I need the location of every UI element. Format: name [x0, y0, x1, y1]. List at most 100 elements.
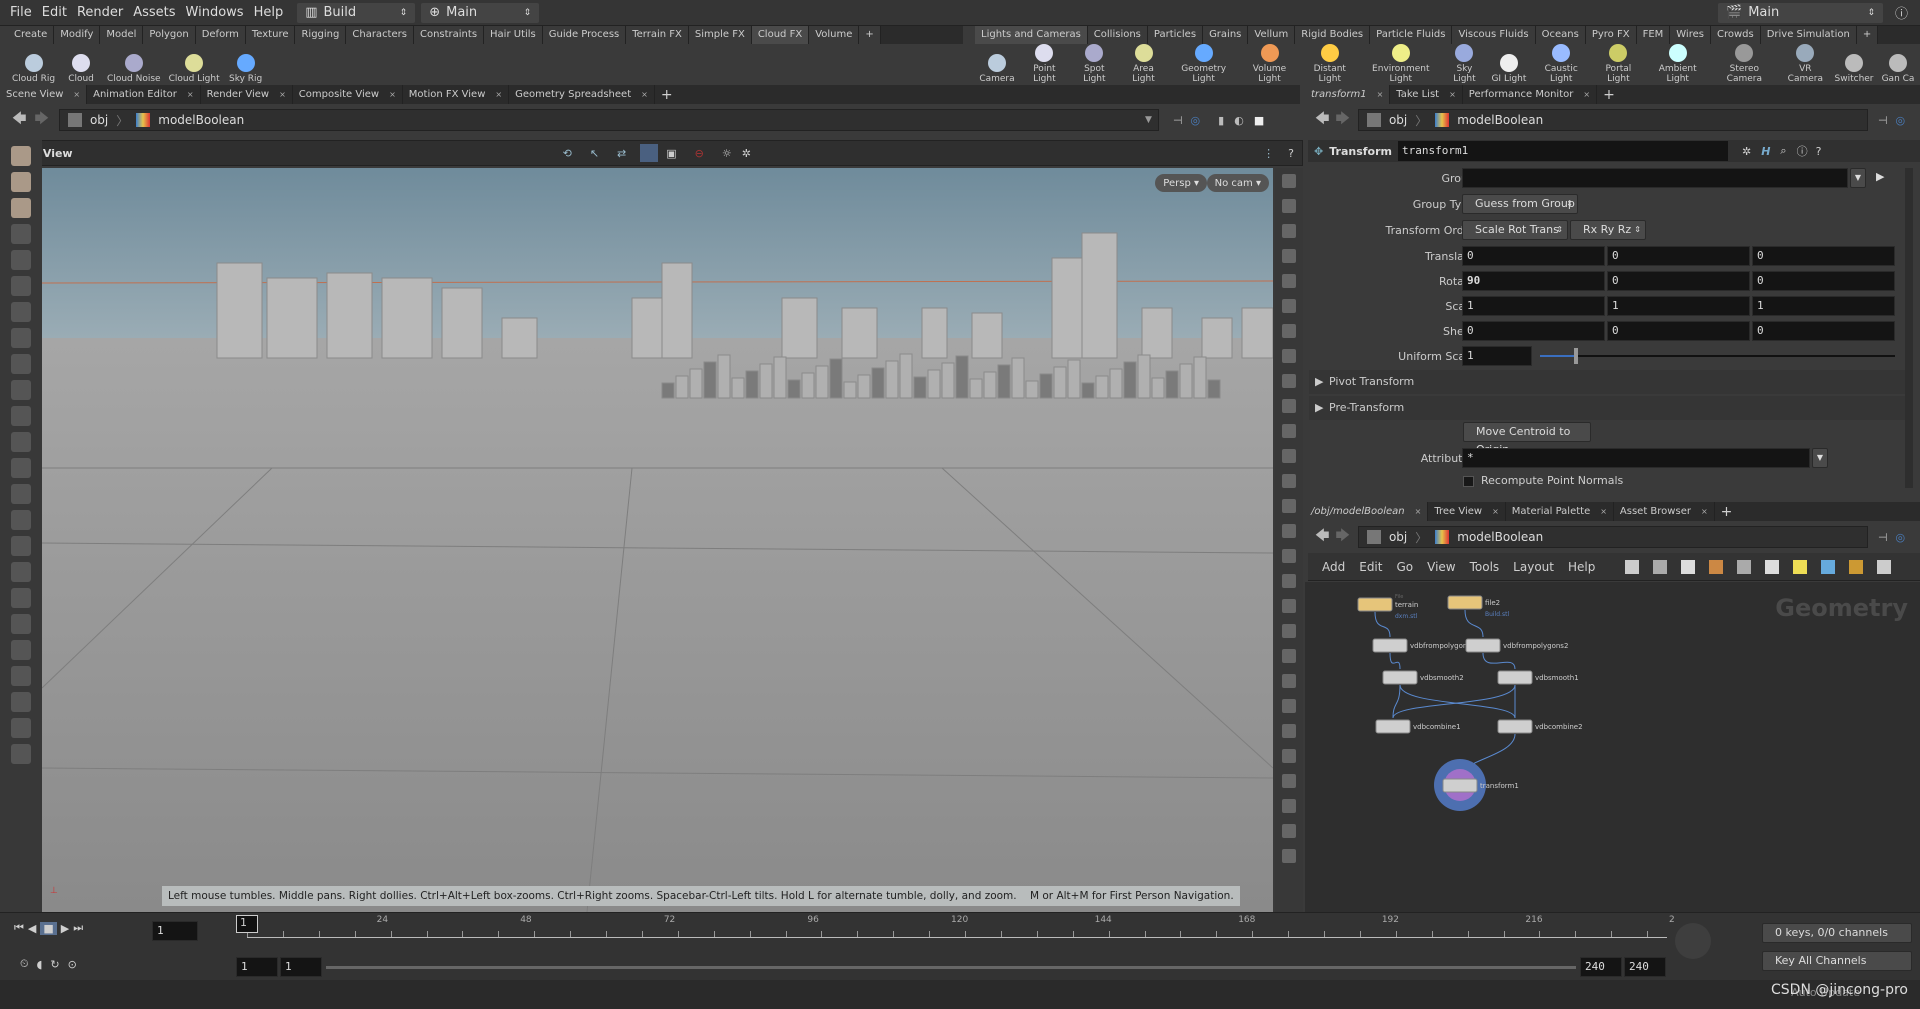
shelf-tool[interactable]: Switcher [1832, 44, 1876, 84]
network-menu-item[interactable]: Tools [1470, 560, 1500, 574]
shelf-tool[interactable]: Point Light [1019, 44, 1070, 84]
display-option-button[interactable] [1282, 349, 1296, 363]
menu-file[interactable]: File [10, 5, 32, 20]
shelf-tab[interactable]: Volume [809, 26, 860, 44]
persp-menu[interactable]: Persp ▾ [1155, 174, 1207, 192]
shelf-tool[interactable]: Stereo Camera [1710, 44, 1779, 84]
path-obj[interactable]: obj [1389, 530, 1407, 544]
node-vdbsmooth2[interactable]: vdbsmooth2 [1382, 670, 1464, 685]
shelf-tab[interactable]: Oceans [1535, 26, 1586, 44]
shelf-tab[interactable]: Particle Fluids [1370, 26, 1453, 44]
jump-end-icon[interactable]: ⏭ [73, 921, 83, 935]
shear-y-field[interactable]: 0 [1607, 321, 1750, 341]
shelf-tab[interactable]: Collisions [1087, 26, 1148, 44]
menu-windows[interactable]: Windows [186, 5, 244, 20]
tool-button[interactable] [11, 276, 31, 296]
background-icon[interactable]: ■ [1254, 114, 1264, 127]
add-tab-icon[interactable]: + [1721, 504, 1733, 520]
timeline-slider[interactable]: 24 48 72 96 120 144 168 192 216 2 [247, 915, 1675, 945]
loop-icon[interactable]: ↻ [50, 958, 59, 971]
display-option-button[interactable] [1282, 449, 1296, 463]
tool-button[interactable] [11, 666, 31, 686]
shelf-tab[interactable]: Drive Simulation [1760, 26, 1857, 44]
tool-button[interactable] [11, 224, 31, 244]
add-tab-icon[interactable]: + [859, 26, 881, 44]
shelf-tab[interactable]: Grains [1203, 26, 1249, 44]
frame-icon[interactable]: ▣ [666, 147, 676, 160]
display-option-button[interactable] [1282, 324, 1296, 338]
display-option-button[interactable] [1282, 674, 1296, 688]
select-icon[interactable]: ↖ [590, 147, 599, 160]
help-icon[interactable]: ? [1816, 145, 1822, 158]
pane-tab[interactable]: Render View × [201, 85, 293, 104]
display-option-button[interactable] [1282, 599, 1296, 613]
scale-z-field[interactable]: 1 [1752, 296, 1895, 316]
node-name-field[interactable]: transform1 [1397, 141, 1728, 161]
node-vdbcombine2[interactable]: vdbcombine2 [1497, 719, 1583, 734]
help-icon[interactable]: ? [1288, 147, 1294, 160]
pane-tab[interactable]: Asset Browser × [1614, 502, 1715, 521]
close-icon[interactable]: × [1600, 502, 1607, 521]
display-option-button[interactable] [1282, 374, 1296, 388]
display-option-button[interactable] [1282, 524, 1296, 538]
translate-y-field[interactable]: 0 [1607, 246, 1750, 266]
pivot-transform-folder[interactable]: ▶ Pivot Transform [1309, 370, 1905, 394]
jump-start-icon[interactable]: ⏮ [14, 921, 24, 935]
scale-x-field[interactable]: 1 [1462, 296, 1605, 316]
display-icon[interactable]: ▮ [1218, 114, 1224, 127]
shelf-tool[interactable]: Spot Light [1070, 44, 1119, 84]
keys-channels-menu[interactable]: 0 keys, 0/0 channels [1762, 923, 1912, 943]
shelf-tool[interactable]: Ambient Light [1645, 44, 1710, 84]
tool-button[interactable] [11, 458, 31, 478]
shelf-tab[interactable]: Rigid Bodies [1295, 26, 1371, 44]
uniform-scale-field[interactable]: 1 [1462, 346, 1532, 366]
shelf-tool[interactable]: Camera [975, 44, 1019, 84]
close-icon[interactable]: × [1492, 502, 1499, 521]
shelf-tab[interactable]: Viscous Fluids [1452, 26, 1536, 44]
display-option-button[interactable] [1282, 424, 1296, 438]
path-model[interactable]: modelBoolean [1457, 530, 1543, 544]
display-option-button[interactable] [1282, 249, 1296, 263]
pane-tab[interactable]: Composite View × [293, 85, 403, 104]
uniform-scale-slider[interactable] [1540, 348, 1895, 364]
tool-button[interactable] [11, 328, 31, 348]
tool-button[interactable] [11, 172, 31, 192]
search-icon[interactable] [1849, 559, 1864, 574]
eye-icon[interactable] [1877, 559, 1892, 574]
attributes-dropdown-icon[interactable]: ▼ [1812, 448, 1828, 468]
key-icon[interactable] [1675, 923, 1711, 959]
close-icon[interactable]: × [1701, 502, 1708, 521]
slider-handle[interactable] [1573, 348, 1578, 364]
shelf-tab[interactable]: FEM [1636, 26, 1671, 44]
translate-x-field[interactable]: 0 [1462, 246, 1605, 266]
display-option-button[interactable] [1282, 749, 1296, 763]
tool-button[interactable] [11, 562, 31, 582]
shelf-tab[interactable]: Particles [1147, 26, 1204, 44]
close-icon[interactable]: × [73, 85, 80, 104]
pane-tab[interactable]: Motion FX View × [403, 85, 510, 104]
close-icon[interactable]: × [187, 85, 194, 104]
close-icon[interactable]: × [1415, 502, 1422, 521]
range-end-field[interactable]: 240 [1624, 957, 1666, 977]
attributes-field[interactable]: * [1462, 448, 1810, 468]
grid-icon[interactable] [1709, 559, 1724, 574]
link-icon[interactable]: ◎ [1191, 114, 1201, 127]
display-option-button[interactable] [1282, 274, 1296, 288]
shelf-tab[interactable]: Lights and Cameras [975, 26, 1088, 44]
node-transform1[interactable]: transform1 [1434, 759, 1519, 811]
back-icon[interactable]: 🡄 [1315, 108, 1329, 132]
shelf-tab[interactable]: Texture [245, 26, 296, 44]
close-icon[interactable]: × [495, 85, 502, 104]
display-option-button[interactable] [1282, 649, 1296, 663]
close-icon[interactable]: × [1449, 85, 1456, 104]
menu-render[interactable]: Render [77, 5, 123, 20]
shelf-tab[interactable]: Vellum [1248, 26, 1296, 44]
layout-icon[interactable] [1737, 559, 1752, 574]
node-vdbfrompolygons2[interactable]: vdbfrompolygons2 [1465, 638, 1568, 653]
shelf-tab[interactable]: Cloud FX [751, 26, 810, 44]
shelf-tool[interactable]: Geometry Light [1168, 44, 1239, 84]
forward-icon[interactable]: 🡆 [1335, 108, 1349, 132]
pane-tab[interactable]: Scene View × [0, 85, 88, 104]
shear-x-field[interactable]: 0 [1462, 321, 1605, 341]
tool-button[interactable] [11, 484, 31, 504]
